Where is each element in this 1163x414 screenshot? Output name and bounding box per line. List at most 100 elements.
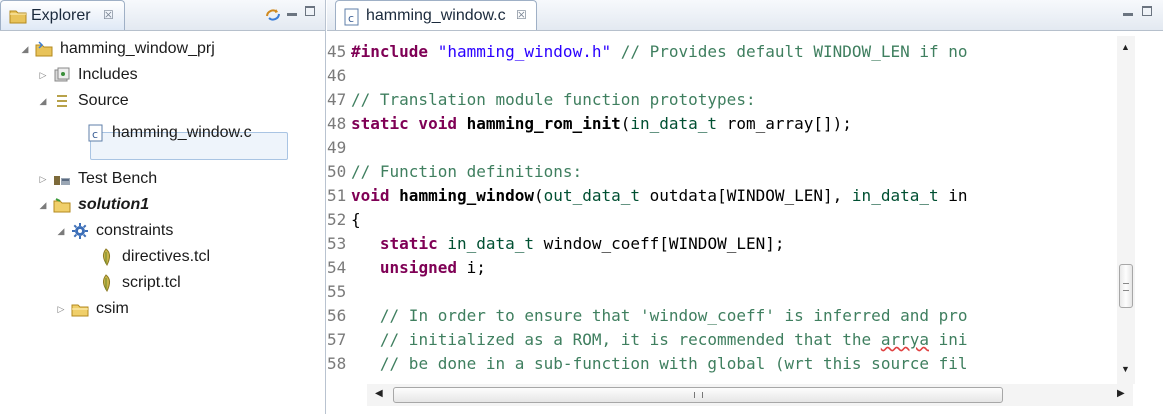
tree-item-directives-tcl[interactable]: directives.tcl	[94, 244, 210, 270]
tree-item-includes[interactable]: ▷ Includes	[36, 62, 138, 88]
code-token: hamming_window	[399, 186, 535, 205]
explorer-tab[interactable]: Explorer ☒	[0, 0, 125, 30]
code-editor[interactable]: 45 #include "hamming_window.h" // Provide…	[327, 40, 1113, 384]
vertical-scroll-thumb[interactable]	[1119, 264, 1133, 308]
code-line[interactable]: 48 static void hamming_rom_init(in_data_t…	[327, 112, 852, 136]
tree-item-csim[interactable]: ▷ csim	[54, 296, 129, 322]
maximize-icon[interactable]	[305, 6, 315, 16]
code-line[interactable]: 50// Function definitions:	[327, 160, 582, 184]
tree-item-constraints[interactable]: ◢ constraints	[54, 218, 173, 244]
line-number: 51	[327, 186, 347, 205]
code-token: i;	[456, 258, 486, 277]
tree-item-label: script.tcl	[122, 274, 181, 291]
tree-item-script-tcl[interactable]: script.tcl	[94, 270, 181, 296]
code-token: ini	[928, 330, 968, 349]
code-token: void	[351, 186, 400, 205]
code-token: in_data_t	[851, 186, 939, 205]
project-folder-icon	[35, 40, 53, 58]
tree-item-solution1[interactable]: ◢ solution1	[36, 192, 150, 218]
tree-item-source[interactable]: ◢ Source	[36, 88, 129, 114]
line-number: 52	[327, 210, 347, 229]
editor-panel: c hamming_window.c ☒ ▬ 45 #include "hammi…	[327, 0, 1163, 414]
line-number: 56	[327, 306, 347, 325]
horizontal-scroll-thumb[interactable]	[393, 387, 1003, 403]
line-number: 48	[327, 114, 347, 133]
collapsed-twisty-icon[interactable]: ▷	[36, 174, 50, 185]
minimize-icon[interactable]: ▬	[287, 8, 297, 19]
tree-item-label: constraints	[96, 222, 174, 239]
code-token: // Provides default WINDOW_LEN if no	[620, 42, 968, 61]
tree-item-label: solution1	[78, 196, 150, 213]
expanded-twisty-icon[interactable]: ◢	[36, 96, 50, 107]
explorer-tab-bar: Explorer ☒ ▬	[0, 0, 325, 31]
explorer-folder-icon	[9, 8, 27, 29]
close-icon[interactable]: ☒	[516, 8, 527, 22]
code-token: #include	[351, 42, 438, 61]
tree-item-label: hamming_window.c	[112, 124, 252, 141]
code-line[interactable]: 56 // In order to ensure that 'window_co…	[327, 304, 968, 328]
code-token: out_data_t	[543, 186, 640, 205]
tree-item-project[interactable]: ◢ hamming_window_prj	[18, 36, 215, 62]
code-token: // be done in a sub-function with global…	[379, 354, 968, 373]
code-line[interactable]: 58 // be done in a sub-function with glo…	[327, 352, 968, 376]
code-token: unsigned	[379, 258, 457, 277]
code-line[interactable]: 53 static in_data_t window_coeff[WINDOW_…	[327, 232, 785, 256]
code-token: (	[534, 186, 544, 205]
minimize-icon[interactable]: ▬	[1123, 8, 1133, 19]
code-token: window_coeff[WINDOW_LEN];	[534, 234, 785, 253]
line-number: 47	[327, 90, 347, 109]
line-number: 58	[327, 354, 347, 373]
link-with-editor-icon[interactable]	[264, 7, 282, 28]
scroll-up-arrow-icon[interactable]: ▲	[1121, 42, 1130, 52]
tree-item-test-bench[interactable]: ▷ Test Bench	[36, 166, 158, 192]
expanded-twisty-icon[interactable]: ◢	[54, 226, 68, 237]
code-token: in_data_t	[630, 114, 718, 133]
line-number: 54	[327, 258, 347, 277]
tcl-file-icon	[97, 248, 115, 266]
line-number: 49	[327, 138, 347, 157]
line-number: 45	[327, 42, 347, 61]
maximize-icon[interactable]	[1142, 6, 1152, 16]
includes-icon	[53, 66, 71, 84]
scroll-left-arrow-icon[interactable]: ◀	[375, 388, 383, 399]
horizontal-scrollbar[interactable]: ◀ ▶	[367, 384, 1133, 406]
code-token: // Function definitions:	[351, 162, 583, 181]
close-icon[interactable]: ☒	[103, 8, 114, 22]
code-line[interactable]: 46	[327, 64, 351, 88]
expanded-twisty-icon[interactable]: ◢	[36, 200, 50, 211]
collapsed-twisty-icon[interactable]: ▷	[54, 304, 68, 315]
tree-item-hamming-window-c[interactable]: c hamming_window.c	[84, 120, 252, 146]
code-line[interactable]: 57 // initialized as a ROM, it is recomm…	[327, 328, 968, 352]
code-token: // Translation module function prototype…	[351, 90, 756, 109]
code-token: static	[379, 234, 448, 253]
vertical-scrollbar[interactable]: ▲ ▼	[1117, 36, 1135, 384]
code-line[interactable]: 55	[327, 280, 351, 304]
line-number: 46	[327, 66, 347, 85]
source-icon	[53, 92, 71, 110]
code-line[interactable]: 47// Translation module function prototy…	[327, 88, 756, 112]
code-line[interactable]: 51 void hamming_window(out_data_t outdata…	[327, 184, 968, 208]
editor-tab-hamming-window-c[interactable]: c hamming_window.c ☒	[335, 0, 537, 30]
explorer-panel: Explorer ☒ ▬ ◢ hamming_window_prj ▷ Incl…	[0, 0, 326, 414]
code-line[interactable]: 52{	[327, 208, 361, 232]
tcl-file-icon	[97, 274, 115, 292]
tree-item-label: csim	[96, 300, 129, 317]
scroll-down-arrow-icon[interactable]: ▼	[1121, 364, 1130, 374]
editor-tab-label: hamming_window.c	[366, 7, 506, 24]
line-number: 50	[327, 162, 347, 181]
code-line[interactable]: 45 #include "hamming_window.h" // Provide…	[327, 40, 968, 64]
collapsed-twisty-icon[interactable]: ▷	[36, 70, 50, 81]
svg-text:c: c	[92, 128, 98, 141]
code-token: static void	[351, 114, 467, 133]
code-line[interactable]: 54 unsigned i;	[327, 256, 486, 280]
tree-item-label: hamming_window_prj	[60, 40, 215, 57]
line-number: 57	[327, 330, 347, 349]
scroll-right-arrow-icon[interactable]: ▶	[1117, 388, 1125, 399]
code-token: outdata[WINDOW_LEN],	[640, 186, 852, 205]
code-line[interactable]: 49	[327, 136, 351, 160]
expanded-twisty-icon[interactable]: ◢	[18, 44, 32, 55]
